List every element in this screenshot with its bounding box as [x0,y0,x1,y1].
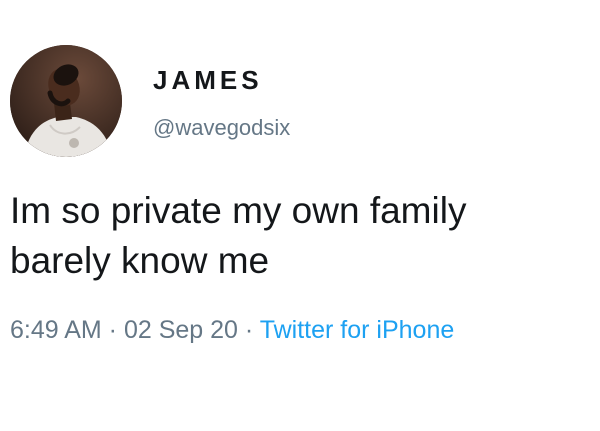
tweet-text: Im so private my own family barely know … [10,186,595,286]
user-avatar[interactable] [10,45,122,157]
tweet-meta: 6:49 AM · 02 Sep 20 · Twitter for iPhone [10,313,454,347]
tweet-card: JAMES @wavegodsix Im so private my own f… [0,0,600,431]
tweet-date[interactable]: 02 Sep 20 [124,316,238,344]
tweet-time[interactable]: 6:49 AM [10,316,102,344]
tweet-text-line: Im so private my own family [10,190,467,231]
meta-separator: · [237,316,260,344]
avatar-photo-icon [10,45,122,157]
meta-separator: · [101,316,124,344]
tweet-source-link[interactable]: Twitter for iPhone [260,316,455,344]
tweet-text-line: barely know me [10,240,270,281]
author-handle[interactable]: @wavegodsix [153,114,290,142]
author-display-name[interactable]: JAMES [153,64,263,96]
